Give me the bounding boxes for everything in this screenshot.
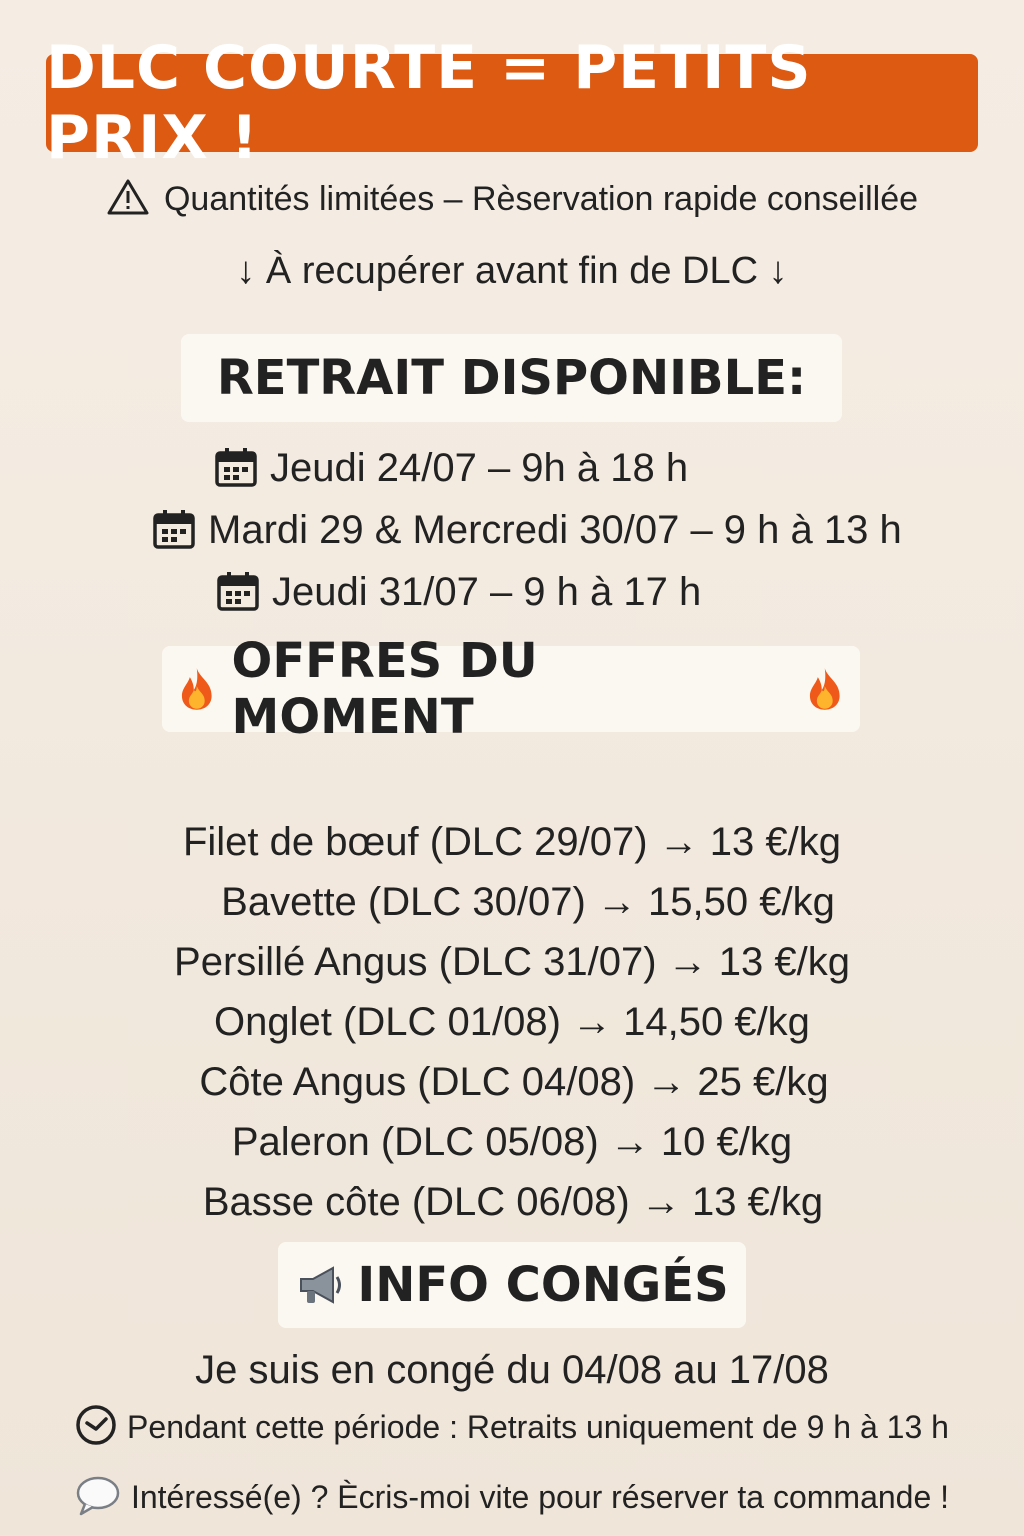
banner-title: DLC COURTE = PETITS PRIX !: [46, 33, 812, 173]
offer-item: Basse côte (DLC 06/08) → 13 €/kg: [202, 1180, 824, 1224]
fire-icon: [181, 668, 212, 710]
clock-icon: [76, 1405, 116, 1445]
info-heading-box: INFO CONGÉS: [278, 1242, 746, 1328]
calendar-icon: [215, 448, 257, 487]
warning-text: Quantités limitées – Rèservation rapide …: [163, 180, 919, 218]
pickup-notice: ↓ À recupérer avant fin de DLC ↓: [0, 250, 1024, 293]
pickup-text: ↓ À recupérer avant fin de DLC ↓: [236, 250, 788, 292]
retrait-heading-box: RETRAIT DISPONIBLE:: [181, 334, 842, 422]
periode-notice: Pendant cette période : Retraits uniquem…: [0, 1404, 1024, 1446]
offer-item: Onglet (DLC 01/08) → 14,50 €/kg: [214, 1000, 810, 1044]
offer-item: Bavette (DLC 30/07) → 15,50 €/kg: [221, 880, 835, 924]
offer-item: Côte Angus (DLC 04/08) → 25 €/kg: [199, 1060, 829, 1104]
info-heading: INFO CONGÉS: [357, 1257, 729, 1313]
megaphone-icon: [300, 1266, 342, 1304]
warning-icon: [107, 179, 149, 215]
contact-text: Intéressé(e) ? Ècris-moi vite pour réser…: [130, 1479, 950, 1515]
offer-item: Paleron (DLC 05/08) → 10 €/kg: [231, 1120, 793, 1164]
calendar-icon: [153, 510, 195, 549]
schedule-slot-text: Jeudi 31/07 – 9 h à 17 h: [272, 570, 702, 614]
schedule-slot: Jeudi 24/07 – 9h à 18 h: [214, 446, 688, 491]
schedule-slot-text: Jeudi 24/07 – 9h à 18 h: [270, 446, 689, 490]
schedule-slot: Mardi 29 & Mercredi 30/07 – 9 h à 13 h: [152, 508, 902, 553]
calendar-icon: [217, 572, 259, 611]
speech-bubble-icon: [76, 1476, 120, 1516]
warning-notice: Quantités limitées – Rèservation rapide …: [0, 178, 1024, 219]
schedule-slot-text: Mardi 29 & Mercredi 30/07 – 9 h à 13 h: [208, 508, 902, 552]
schedule-slot: Jeudi 31/07 – 9 h à 17 h: [216, 570, 701, 615]
conge-text: Je suis en congé du 04/08 au 17/08: [195, 1348, 829, 1392]
contact-notice: Intéressé(e) ? Ècris-moi vite pour réser…: [0, 1474, 1024, 1516]
retrait-heading: RETRAIT DISPONIBLE:: [216, 350, 807, 406]
promo-banner: DLC COURTE = PETITS PRIX !: [46, 33, 978, 173]
offres-heading-box: OFFRES DU MOMENT: [162, 633, 860, 745]
offer-list: Filet de bœuf (DLC 29/07) → 13 €/kg Bave…: [0, 812, 1024, 1232]
offres-heading: OFFRES DU MOMENT: [231, 633, 538, 745]
offer-item: Filet de bœuf (DLC 29/07) → 13 €/kg: [182, 820, 842, 864]
offer-item: Persillé Angus (DLC 31/07) → 13 €/kg: [174, 940, 850, 984]
fire-icon: [810, 668, 841, 710]
periode-text: Pendant cette période : Retraits uniquem…: [127, 1409, 949, 1445]
